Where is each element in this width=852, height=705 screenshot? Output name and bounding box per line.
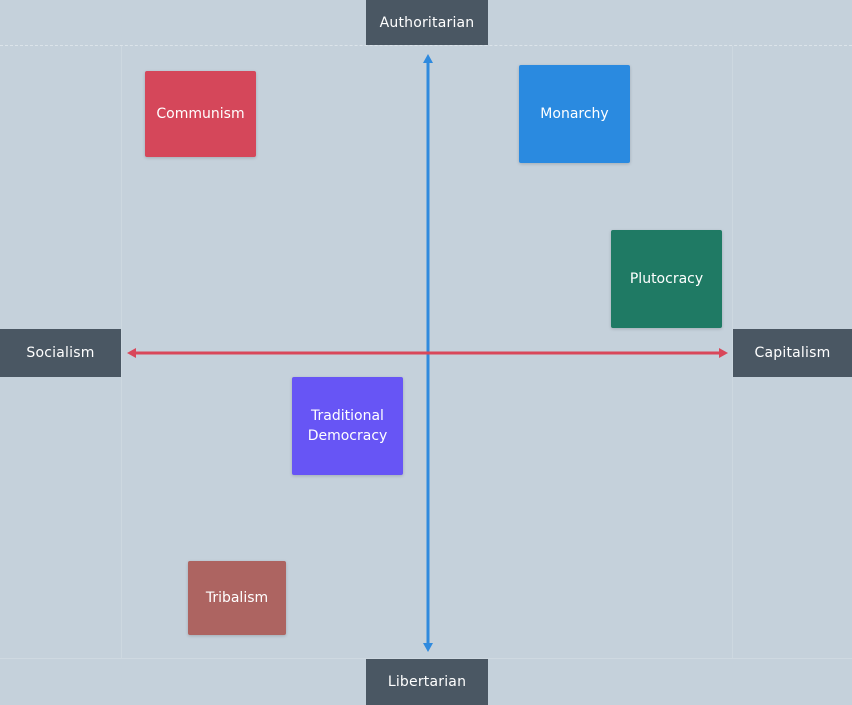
axis-label-capitalism: Capitalism (733, 329, 852, 377)
axis-label-authoritarian: Authoritarian (366, 0, 488, 45)
axes-arrows (127, 54, 728, 652)
axis-label-libertarian: Libertarian (366, 659, 488, 705)
node-tribalism[interactable]: Tribalism (188, 561, 286, 635)
axis-label-socialism: Socialism (0, 329, 121, 377)
node-traditional-democracy[interactable]: Traditional Democracy (292, 377, 403, 475)
node-communism[interactable]: Communism (145, 71, 256, 157)
node-plutocracy[interactable]: Plutocracy (611, 230, 722, 328)
vertical-arrowhead-down (423, 643, 433, 652)
vertical-arrowhead-up (423, 54, 433, 63)
horizontal-arrowhead-right (719, 348, 728, 358)
node-monarchy[interactable]: Monarchy (519, 65, 630, 163)
horizontal-arrowhead-left (127, 348, 136, 358)
